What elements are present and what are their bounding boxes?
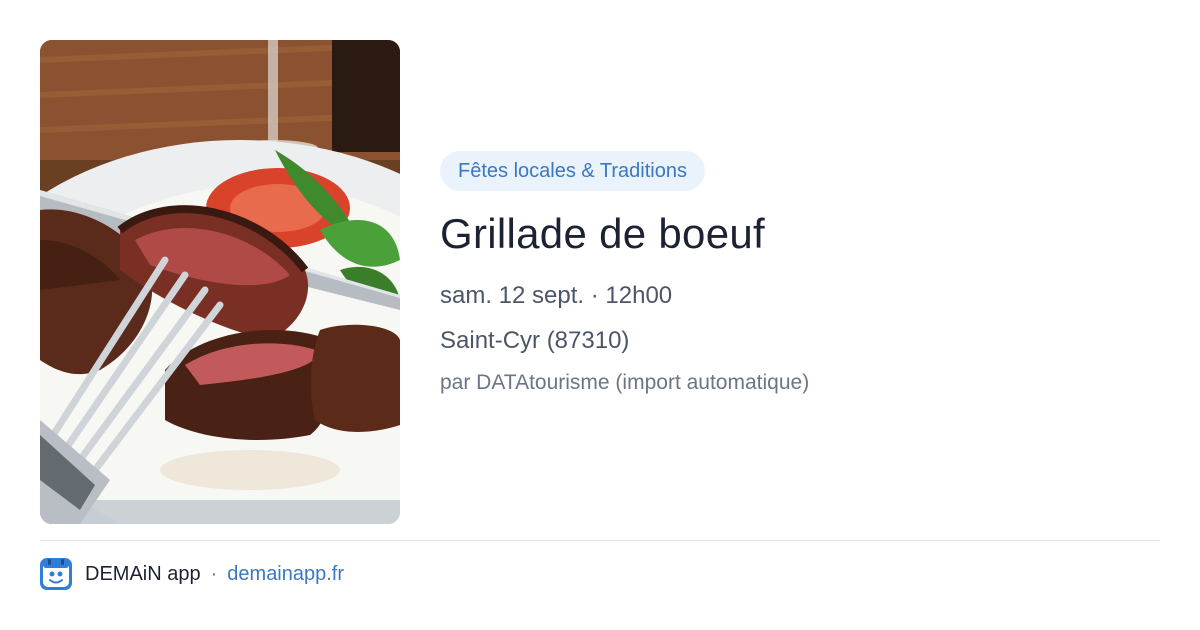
footer-separator: ·	[210, 562, 218, 585]
footer-divider	[40, 540, 1160, 541]
event-source: par DATAtourisme (import automatique)	[440, 371, 810, 394]
event-image	[40, 40, 400, 524]
footer: DEMAiN app · demainapp.fr	[40, 558, 344, 590]
event-datetime: sam. 12 sept. · 12h00	[440, 282, 673, 309]
app-website-link[interactable]: demainapp.fr	[227, 563, 344, 586]
app-name: DEMAiN app	[85, 562, 201, 585]
category-badge[interactable]: Fêtes locales & Traditions	[440, 151, 705, 191]
demain-app-logo-icon[interactable]	[40, 558, 72, 590]
event-location: Saint-Cyr (87310)	[440, 327, 630, 354]
event-title: Grillade de boeuf	[440, 210, 765, 257]
event-info: Fêtes locales & Traditions Grillade de b…	[440, 151, 1160, 393]
